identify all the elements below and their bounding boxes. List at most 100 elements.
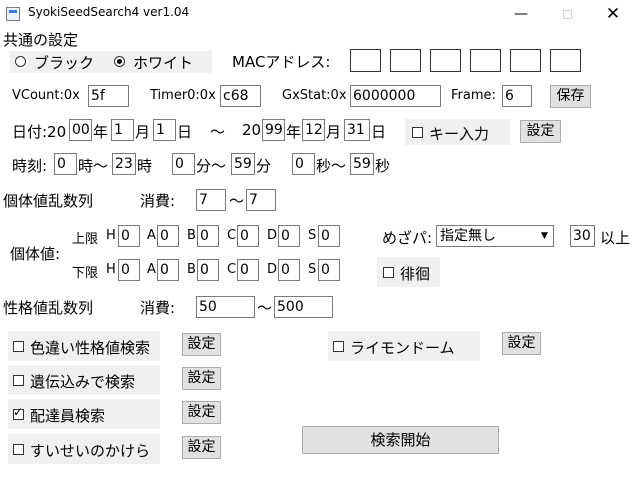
second-to-input[interactable]: 59 bbox=[350, 153, 374, 175]
sui-checkbox[interactable] bbox=[13, 444, 24, 455]
hour-to-input[interactable]: 23 bbox=[112, 153, 136, 175]
shiny-label: 色違い性格値検索 bbox=[30, 339, 151, 357]
minute-from-input[interactable]: 0 bbox=[172, 153, 195, 175]
search-start-button[interactable]: 検索開始 bbox=[302, 426, 499, 454]
iv-upper-c-input[interactable]: 0 bbox=[237, 225, 259, 247]
sui-settings-button[interactable]: 設定 bbox=[182, 436, 221, 459]
mezapa-label: めざパ: bbox=[382, 229, 433, 247]
from-day-input[interactable]: 1 bbox=[153, 119, 176, 141]
title-bar: SyokiSeedSearch4 ver1.04 — ✕ bbox=[0, 0, 636, 30]
mac-address-label: MACアドレス: bbox=[232, 53, 331, 71]
radio-black-label: ブラック bbox=[34, 54, 95, 72]
to-year-label: 年 bbox=[286, 123, 302, 141]
iv-upper-d-input[interactable]: 0 bbox=[278, 225, 300, 247]
iv-upper-h-label: H bbox=[106, 228, 116, 243]
minute-end-label: 分 bbox=[256, 157, 272, 175]
inherit-label: 遺伝込みで検索 bbox=[30, 373, 136, 391]
wander-checkbox[interactable] bbox=[383, 267, 394, 278]
mac-field-3[interactable] bbox=[430, 49, 461, 72]
key-input-checkbox[interactable] bbox=[412, 127, 423, 138]
month-label: 月 bbox=[135, 123, 151, 141]
from-month-input[interactable]: 1 bbox=[111, 119, 134, 141]
iv-lower-c-label: C bbox=[227, 262, 237, 277]
deliveryman-label: 配達員検索 bbox=[30, 407, 106, 425]
iv-upper-a-input[interactable]: 0 bbox=[157, 225, 179, 247]
from-year-input[interactable]: 00 bbox=[69, 119, 92, 141]
inherit-checkbox[interactable] bbox=[13, 375, 24, 386]
to-year-prefix: 20 bbox=[242, 121, 262, 139]
frame-input[interactable]: 6 bbox=[502, 85, 532, 107]
gxstat-label: GxStat:0x bbox=[282, 88, 347, 103]
year-label: 年 bbox=[93, 123, 109, 141]
gxstat-input[interactable]: 6000000 bbox=[350, 85, 441, 107]
iv-upper-d-label: D bbox=[267, 228, 278, 243]
second-end-label: 秒 bbox=[375, 157, 391, 175]
iv-upper-h-input[interactable]: 0 bbox=[118, 225, 140, 247]
raimon-checkbox[interactable] bbox=[333, 341, 344, 352]
key-input-label: キー入力 bbox=[429, 125, 490, 143]
iv-consume-tilde: ～ bbox=[229, 192, 245, 210]
iv-lower-b-input[interactable]: 0 bbox=[197, 259, 219, 281]
minimize-button[interactable]: — bbox=[498, 0, 544, 30]
inherit-settings-button[interactable]: 設定 bbox=[182, 367, 221, 390]
raimon-settings-button[interactable]: 設定 bbox=[502, 332, 541, 355]
iv-consume-label: 消費: bbox=[140, 192, 176, 210]
pid-consume-to-input[interactable]: 500 bbox=[274, 296, 333, 318]
timer0-input[interactable]: c68 bbox=[220, 85, 261, 107]
mac-field-5[interactable] bbox=[510, 49, 541, 72]
vcount-input[interactable]: 5f bbox=[88, 85, 129, 107]
mac-field-1[interactable] bbox=[350, 49, 381, 72]
iv-upper-c-label: C bbox=[227, 228, 237, 243]
mezapa-select[interactable]: 指定無し ▼ bbox=[436, 225, 554, 247]
to-month-input[interactable]: 12 bbox=[302, 119, 325, 141]
date-range-tilde: ～ bbox=[210, 123, 226, 141]
vcount-label: VCount:0x bbox=[12, 88, 80, 103]
shiny-settings-button[interactable]: 設定 bbox=[182, 333, 221, 356]
mezapa-selected-value: 指定無し bbox=[440, 228, 496, 244]
mezapa-power-input[interactable]: 30 bbox=[570, 225, 595, 247]
iv-rng-label: 個体値乱数列 bbox=[3, 192, 94, 210]
window-title: SyokiSeedSearch4 ver1.04 bbox=[28, 5, 190, 19]
deliveryman-settings-button[interactable]: 設定 bbox=[182, 401, 221, 424]
mac-field-4[interactable] bbox=[470, 49, 501, 72]
iv-lower-s-label: S bbox=[308, 262, 317, 277]
radio-black[interactable] bbox=[15, 56, 26, 67]
iv-upper-b-input[interactable]: 0 bbox=[197, 225, 219, 247]
mac-field-6[interactable] bbox=[550, 49, 581, 72]
to-month-label: 月 bbox=[326, 123, 342, 141]
minute-to-input[interactable]: 59 bbox=[231, 153, 255, 175]
to-year-input[interactable]: 99 bbox=[262, 119, 285, 141]
close-button[interactable]: ✕ bbox=[590, 0, 636, 30]
pid-consume-from-input[interactable]: 50 bbox=[196, 296, 255, 318]
iv-upper-a-label: A bbox=[147, 228, 156, 243]
iv-lower-c-input[interactable]: 0 bbox=[237, 259, 259, 281]
day-label: 日 bbox=[177, 123, 193, 141]
radio-white[interactable] bbox=[114, 56, 125, 67]
iv-lower-s-input[interactable]: 0 bbox=[318, 259, 340, 281]
power-suffix-label: 以上 bbox=[600, 229, 631, 247]
shiny-checkbox[interactable] bbox=[13, 341, 24, 352]
iv-lower-d-input[interactable]: 0 bbox=[278, 259, 300, 281]
to-day-input[interactable]: 31 bbox=[344, 119, 370, 141]
iv-consume-from-input[interactable]: 7 bbox=[196, 189, 226, 211]
date-label: 日付:20 bbox=[12, 123, 67, 141]
second-separator: 秒～ bbox=[316, 157, 347, 175]
second-from-input[interactable]: 0 bbox=[292, 153, 315, 175]
iv-lower-h-input[interactable]: 0 bbox=[118, 259, 140, 281]
iv-upper-s-label: S bbox=[308, 228, 317, 243]
maximize-icon bbox=[562, 10, 572, 19]
iv-lower-b-label: B bbox=[187, 262, 196, 277]
hour-from-input[interactable]: 0 bbox=[54, 153, 77, 175]
pid-consume-tilde: ～ bbox=[257, 299, 273, 317]
iv-consume-to-input[interactable]: 7 bbox=[246, 189, 276, 211]
iv-lower-a-input[interactable]: 0 bbox=[157, 259, 179, 281]
deliveryman-checkbox[interactable] bbox=[13, 405, 24, 420]
wander-label: 徘徊 bbox=[400, 265, 431, 283]
chevron-down-icon: ▼ bbox=[541, 231, 548, 241]
iv-upper-s-input[interactable]: 0 bbox=[318, 225, 340, 247]
pid-rng-label: 性格値乱数列 bbox=[3, 299, 94, 317]
mac-field-2[interactable] bbox=[390, 49, 421, 72]
hour-separator: 時～ bbox=[78, 157, 109, 175]
save-button[interactable]: 保存 bbox=[550, 85, 591, 108]
key-settings-button[interactable]: 設定 bbox=[520, 120, 561, 143]
